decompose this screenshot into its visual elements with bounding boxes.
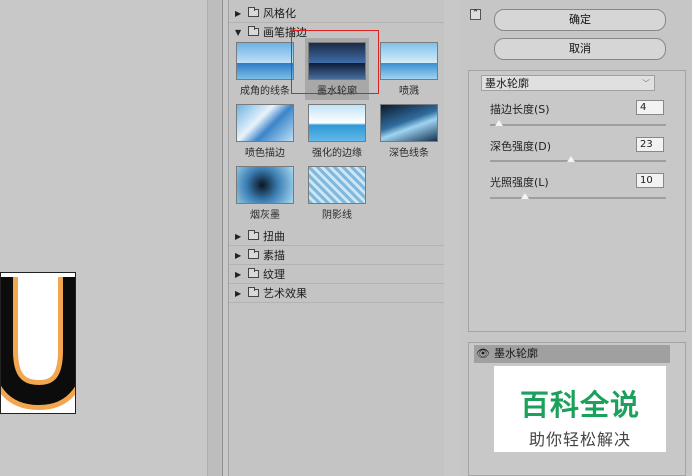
- category-label: 素描: [263, 249, 285, 262]
- folder-icon: [248, 230, 259, 240]
- filter-select-value: 墨水轮廓: [485, 77, 529, 90]
- thumbnail-image: [236, 42, 294, 80]
- disclosure-triangle-icon: ▶: [235, 250, 242, 260]
- dark-intensity-label: 深色强度(D): [490, 140, 552, 153]
- watermark-sub-text: 助你轻松解决: [528, 430, 631, 449]
- stroke-length-input[interactable]: 4: [636, 100, 664, 115]
- light-intensity-slider-thumb[interactable]: [521, 193, 530, 199]
- thumbnail-image: [308, 166, 366, 204]
- thumbnail-image: [236, 166, 294, 204]
- light-intensity-input[interactable]: 10: [636, 173, 664, 188]
- thumb-label: 喷溅: [399, 86, 419, 97]
- ok-button[interactable]: 确定: [494, 9, 666, 31]
- watermark-main-text: 百科全说: [519, 388, 640, 422]
- thumb-label: 成角的线条: [240, 86, 290, 97]
- watermark-logo: 百科全说 助你轻松解决: [494, 366, 666, 452]
- category-texture[interactable]: ▶ 纹理: [229, 265, 445, 284]
- dark-intensity-slider-thumb[interactable]: [566, 156, 575, 162]
- category-label: 艺术效果: [263, 287, 307, 300]
- selection-highlight-box: [291, 30, 379, 94]
- collapse-icon[interactable]: ⌃: [470, 9, 481, 20]
- thumbnail-image: [380, 104, 438, 142]
- light-intensity-label: 光照强度(L): [490, 176, 549, 189]
- folder-icon: [248, 268, 259, 278]
- filter-thumb-angled-strokes[interactable]: 成角的线条: [233, 38, 297, 100]
- disclosure-triangle-icon: ▶: [235, 8, 242, 18]
- filter-thumb-spatter[interactable]: 喷溅: [377, 38, 441, 100]
- filter-thumb-dark-strokes[interactable]: 深色线条: [377, 100, 441, 162]
- preview-scrollbar[interactable]: [207, 0, 222, 476]
- dark-intensity-input[interactable]: 23: [636, 137, 664, 152]
- effect-layer-name: 墨水轮廓: [494, 347, 538, 360]
- thumb-label: 强化的边缘: [312, 148, 362, 159]
- disclosure-triangle-icon: ▶: [235, 231, 242, 241]
- thumbnail-image: [236, 104, 294, 142]
- eye-icon[interactable]: 👁: [476, 345, 490, 363]
- filter-thumb-sprayed-strokes[interactable]: 喷色描边: [233, 100, 297, 162]
- disclosure-triangle-icon: ▶: [235, 269, 242, 279]
- filter-preview-area[interactable]: [0, 0, 223, 476]
- stroke-length-slider-thumb[interactable]: [494, 120, 503, 126]
- category-artistic[interactable]: ▶ 艺术效果: [229, 284, 445, 303]
- filter-type-select[interactable]: 墨水轮廓 ﹀: [481, 75, 655, 91]
- preview-canvas: [0, 272, 76, 414]
- dark-intensity-slider[interactable]: [490, 160, 666, 162]
- filter-thumb-crosshatch[interactable]: 阴影线: [305, 162, 369, 224]
- category-sketch[interactable]: ▶ 素描: [229, 246, 445, 265]
- thumb-label: 烟灰墨: [250, 210, 280, 221]
- category-label: 纹理: [263, 268, 285, 281]
- thumb-label: 阴影线: [322, 210, 352, 221]
- disclosure-triangle-icon: ▼: [235, 27, 242, 37]
- folder-icon: [248, 7, 259, 17]
- stroke-length-slider[interactable]: [490, 124, 666, 126]
- folder-icon: [248, 26, 259, 36]
- thumbnail-image: [380, 42, 438, 80]
- filter-thumb-sumi-e[interactable]: 烟灰墨: [233, 162, 297, 224]
- disclosure-triangle-icon: ▶: [235, 288, 242, 298]
- category-label: 风格化: [263, 7, 296, 20]
- thumbnail-image: [308, 104, 366, 142]
- letter-u-image: [1, 277, 75, 411]
- category-label: 扭曲: [263, 230, 285, 243]
- effect-layer-row[interactable]: 👁 墨水轮廓: [474, 345, 670, 363]
- gallery-scrollbar[interactable]: [444, 0, 458, 476]
- light-intensity-slider[interactable]: [490, 197, 666, 199]
- category-stylize[interactable]: ▶ 风格化: [229, 4, 445, 23]
- chevron-down-icon: ﹀: [642, 79, 650, 88]
- category-distort[interactable]: ▶ 扭曲: [229, 227, 445, 246]
- thumb-label: 喷色描边: [245, 148, 285, 159]
- folder-icon: [248, 249, 259, 259]
- cancel-button[interactable]: 取消: [494, 38, 666, 60]
- stroke-length-label: 描边长度(S): [490, 103, 550, 116]
- filter-thumb-accented-edges[interactable]: 强化的边缘: [305, 100, 369, 162]
- folder-icon: [248, 287, 259, 297]
- thumb-label: 深色线条: [389, 148, 429, 159]
